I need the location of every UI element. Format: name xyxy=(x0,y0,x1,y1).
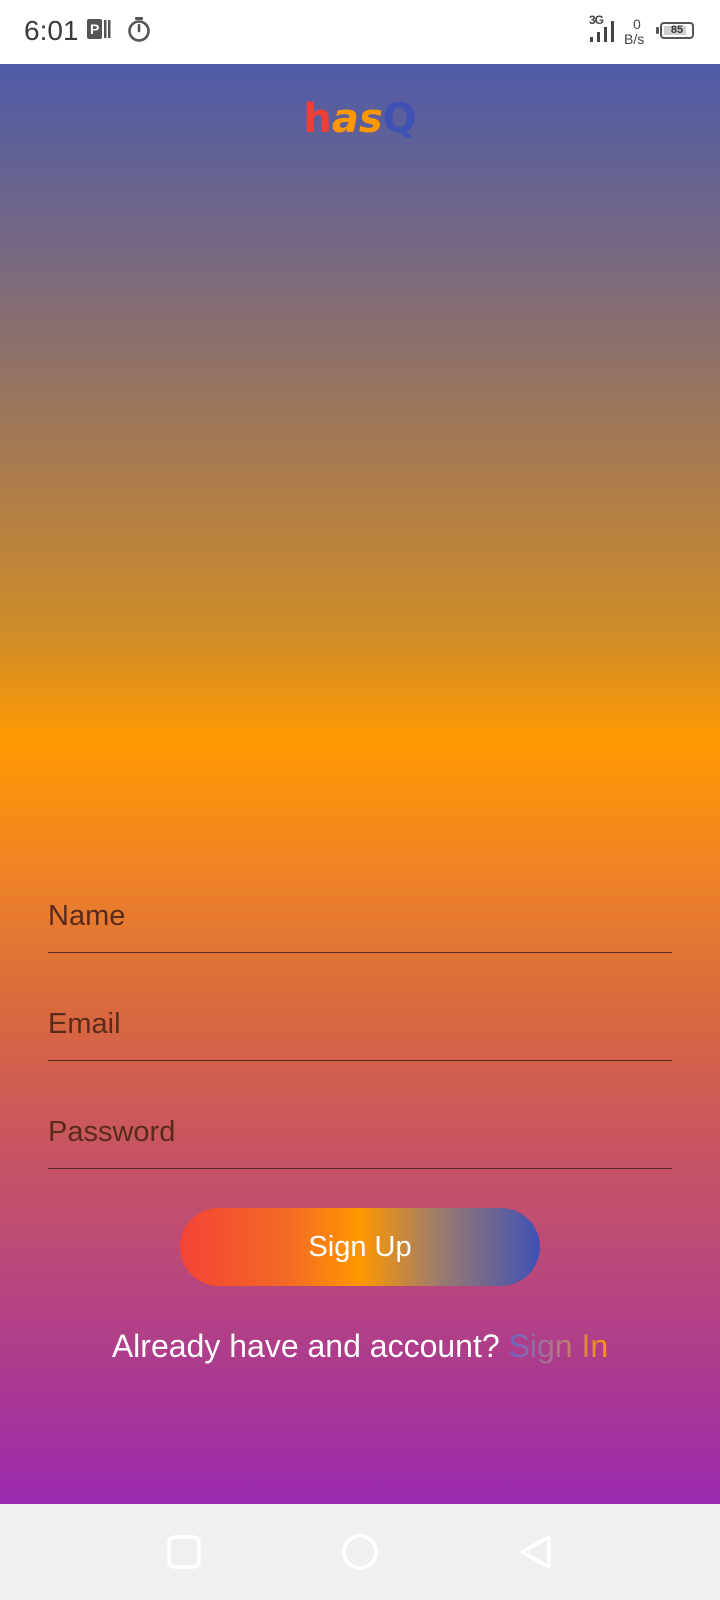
timer-icon xyxy=(126,16,152,47)
logo-part-h: h xyxy=(303,96,332,142)
parking-app-icon: P xyxy=(86,16,112,47)
name-field xyxy=(48,868,672,953)
status-bar: 6:01 P 3G 0 B/s 85 xyxy=(0,0,720,64)
app-logo: hasQ xyxy=(0,96,720,142)
battery-level: 85 xyxy=(670,24,684,36)
svg-text:P: P xyxy=(90,21,99,37)
back-icon[interactable] xyxy=(514,1530,558,1574)
net-speed-unit: B/s xyxy=(624,31,645,47)
signup-screen: hasQ Sign Up Already have and account? S… xyxy=(0,64,720,1504)
name-input[interactable] xyxy=(48,894,672,938)
recents-icon[interactable] xyxy=(162,1530,206,1574)
sign-in-row: Already have and account? Sign In xyxy=(0,1328,720,1365)
navigation-bar xyxy=(0,1504,720,1600)
battery-tip xyxy=(656,27,659,34)
signal-icon xyxy=(590,20,618,49)
net-speed-value: 0 xyxy=(633,16,641,32)
email-input[interactable] xyxy=(48,1002,672,1046)
password-input[interactable] xyxy=(48,1110,672,1154)
home-icon[interactable] xyxy=(338,1530,382,1574)
sign-in-prompt: Already have and account? xyxy=(111,1328,500,1364)
password-field xyxy=(48,1084,672,1169)
logo-part-as: as xyxy=(331,96,383,142)
status-time: 6:01 xyxy=(24,15,79,46)
email-field xyxy=(48,976,672,1061)
sign-in-link[interactable]: Sign In xyxy=(509,1328,609,1364)
battery-icon: 85 xyxy=(660,22,694,39)
sign-up-button[interactable]: Sign Up xyxy=(180,1208,540,1286)
logo-part-q: Q xyxy=(382,96,417,142)
